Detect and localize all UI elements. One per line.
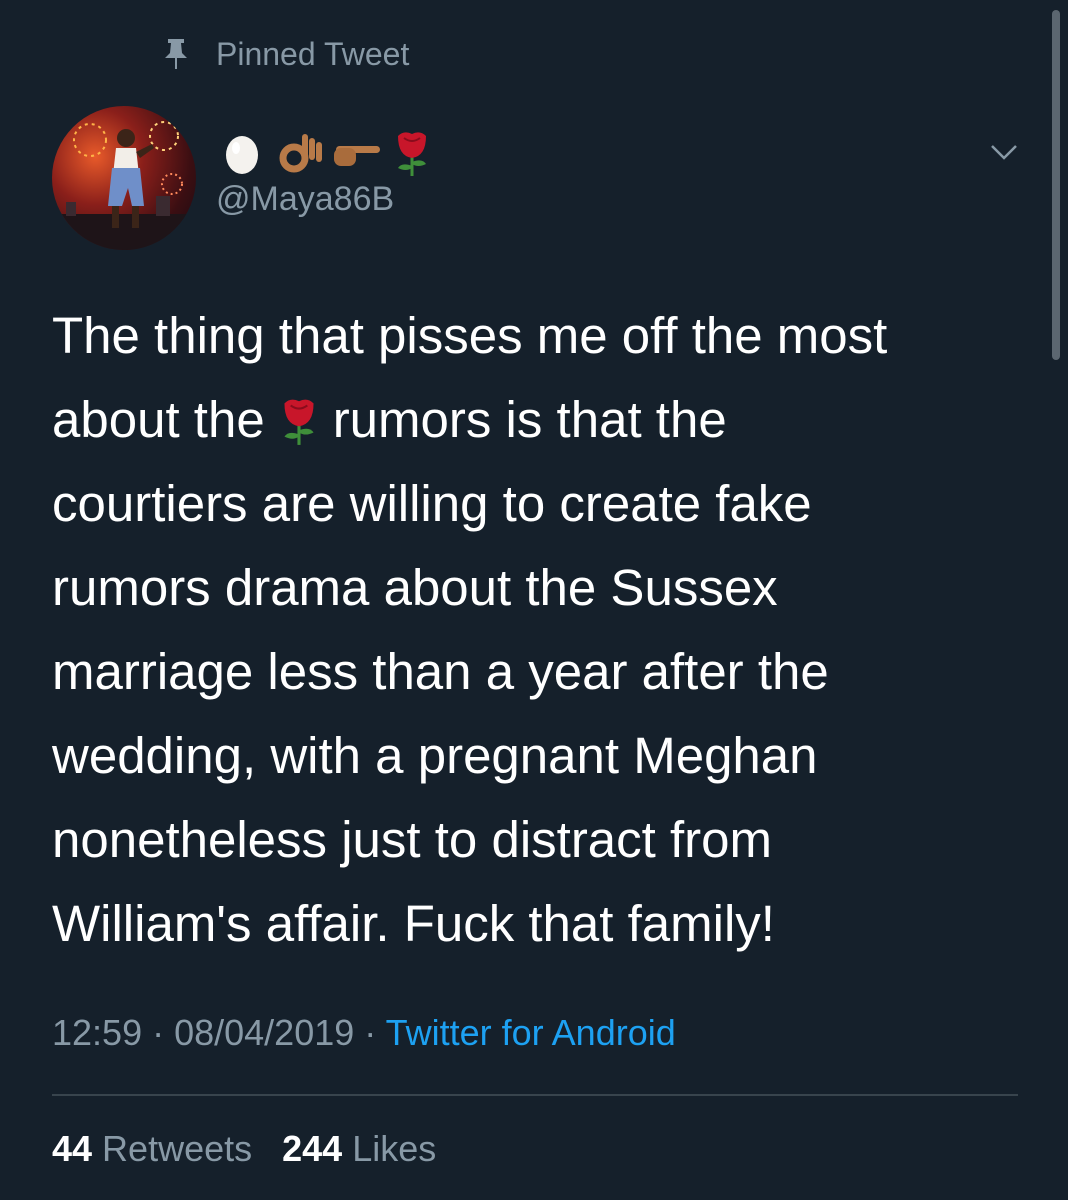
user-handle[interactable]: @Maya86B: [216, 180, 394, 219]
avatar-image: [52, 121, 196, 250]
pinned-label: Pinned Tweet: [216, 35, 410, 72]
tweet-meta: 12:59 · 08/04/2019 · Twitter for Android: [52, 1012, 676, 1054]
likes-count: 244: [282, 1128, 343, 1169]
chevron-down-icon[interactable]: [986, 134, 1022, 170]
divider: [52, 1094, 1018, 1096]
tweet-line: rumors drama about the Sussex: [52, 559, 778, 616]
ok-hand-emoji-icon: [279, 134, 322, 173]
tweet-line: William's affair. Fuck that family!: [52, 895, 775, 952]
likes-label: Likes: [342, 1128, 437, 1169]
meta-separator: ·: [354, 1012, 386, 1053]
likes-stat[interactable]: 244 Likes: [282, 1128, 436, 1169]
tweet-line: about the rumors is that the: [52, 378, 1012, 462]
tweet-line: nonetheless just to distract from: [52, 811, 773, 868]
tweet-date[interactable]: 08/04/2019: [174, 1012, 354, 1053]
scrollbar[interactable]: [1052, 10, 1060, 360]
tweet-line-part: rumors is that the: [332, 391, 727, 448]
tweet-line: courtiers are willing to create fake: [52, 475, 812, 532]
retweets-count: 44: [52, 1128, 93, 1169]
tweet-time[interactable]: 12:59: [52, 1012, 142, 1053]
display-name[interactable]: [220, 126, 434, 178]
meta-separator: ·: [142, 1012, 175, 1053]
rose-emoji-icon: [398, 132, 426, 176]
tweet-line: wedding, with a pregnant Meghan: [52, 727, 818, 784]
tweet-stats: 44 Retweets 244 Likes: [52, 1128, 436, 1170]
tweet-line: marriage less than a year after the: [52, 643, 829, 700]
pin-icon: [165, 39, 187, 69]
tweet-text: The thing that pisses me off the most ab…: [52, 294, 1012, 966]
tweet-line: The thing that pisses me off the most: [52, 307, 888, 364]
avatar[interactable]: [52, 106, 196, 250]
tweet-source-link[interactable]: Twitter for Android: [386, 1012, 676, 1053]
egg-emoji-icon: [226, 136, 258, 174]
retweets-stat[interactable]: 44 Retweets: [52, 1128, 252, 1169]
pinned-indicator: Pinned Tweet: [162, 32, 409, 76]
retweets-label: Retweets: [92, 1128, 253, 1169]
pointing-right-emoji-icon: [334, 146, 380, 166]
rose-emoji-icon: [284, 399, 314, 445]
tweet-line-part: about the: [52, 391, 265, 448]
